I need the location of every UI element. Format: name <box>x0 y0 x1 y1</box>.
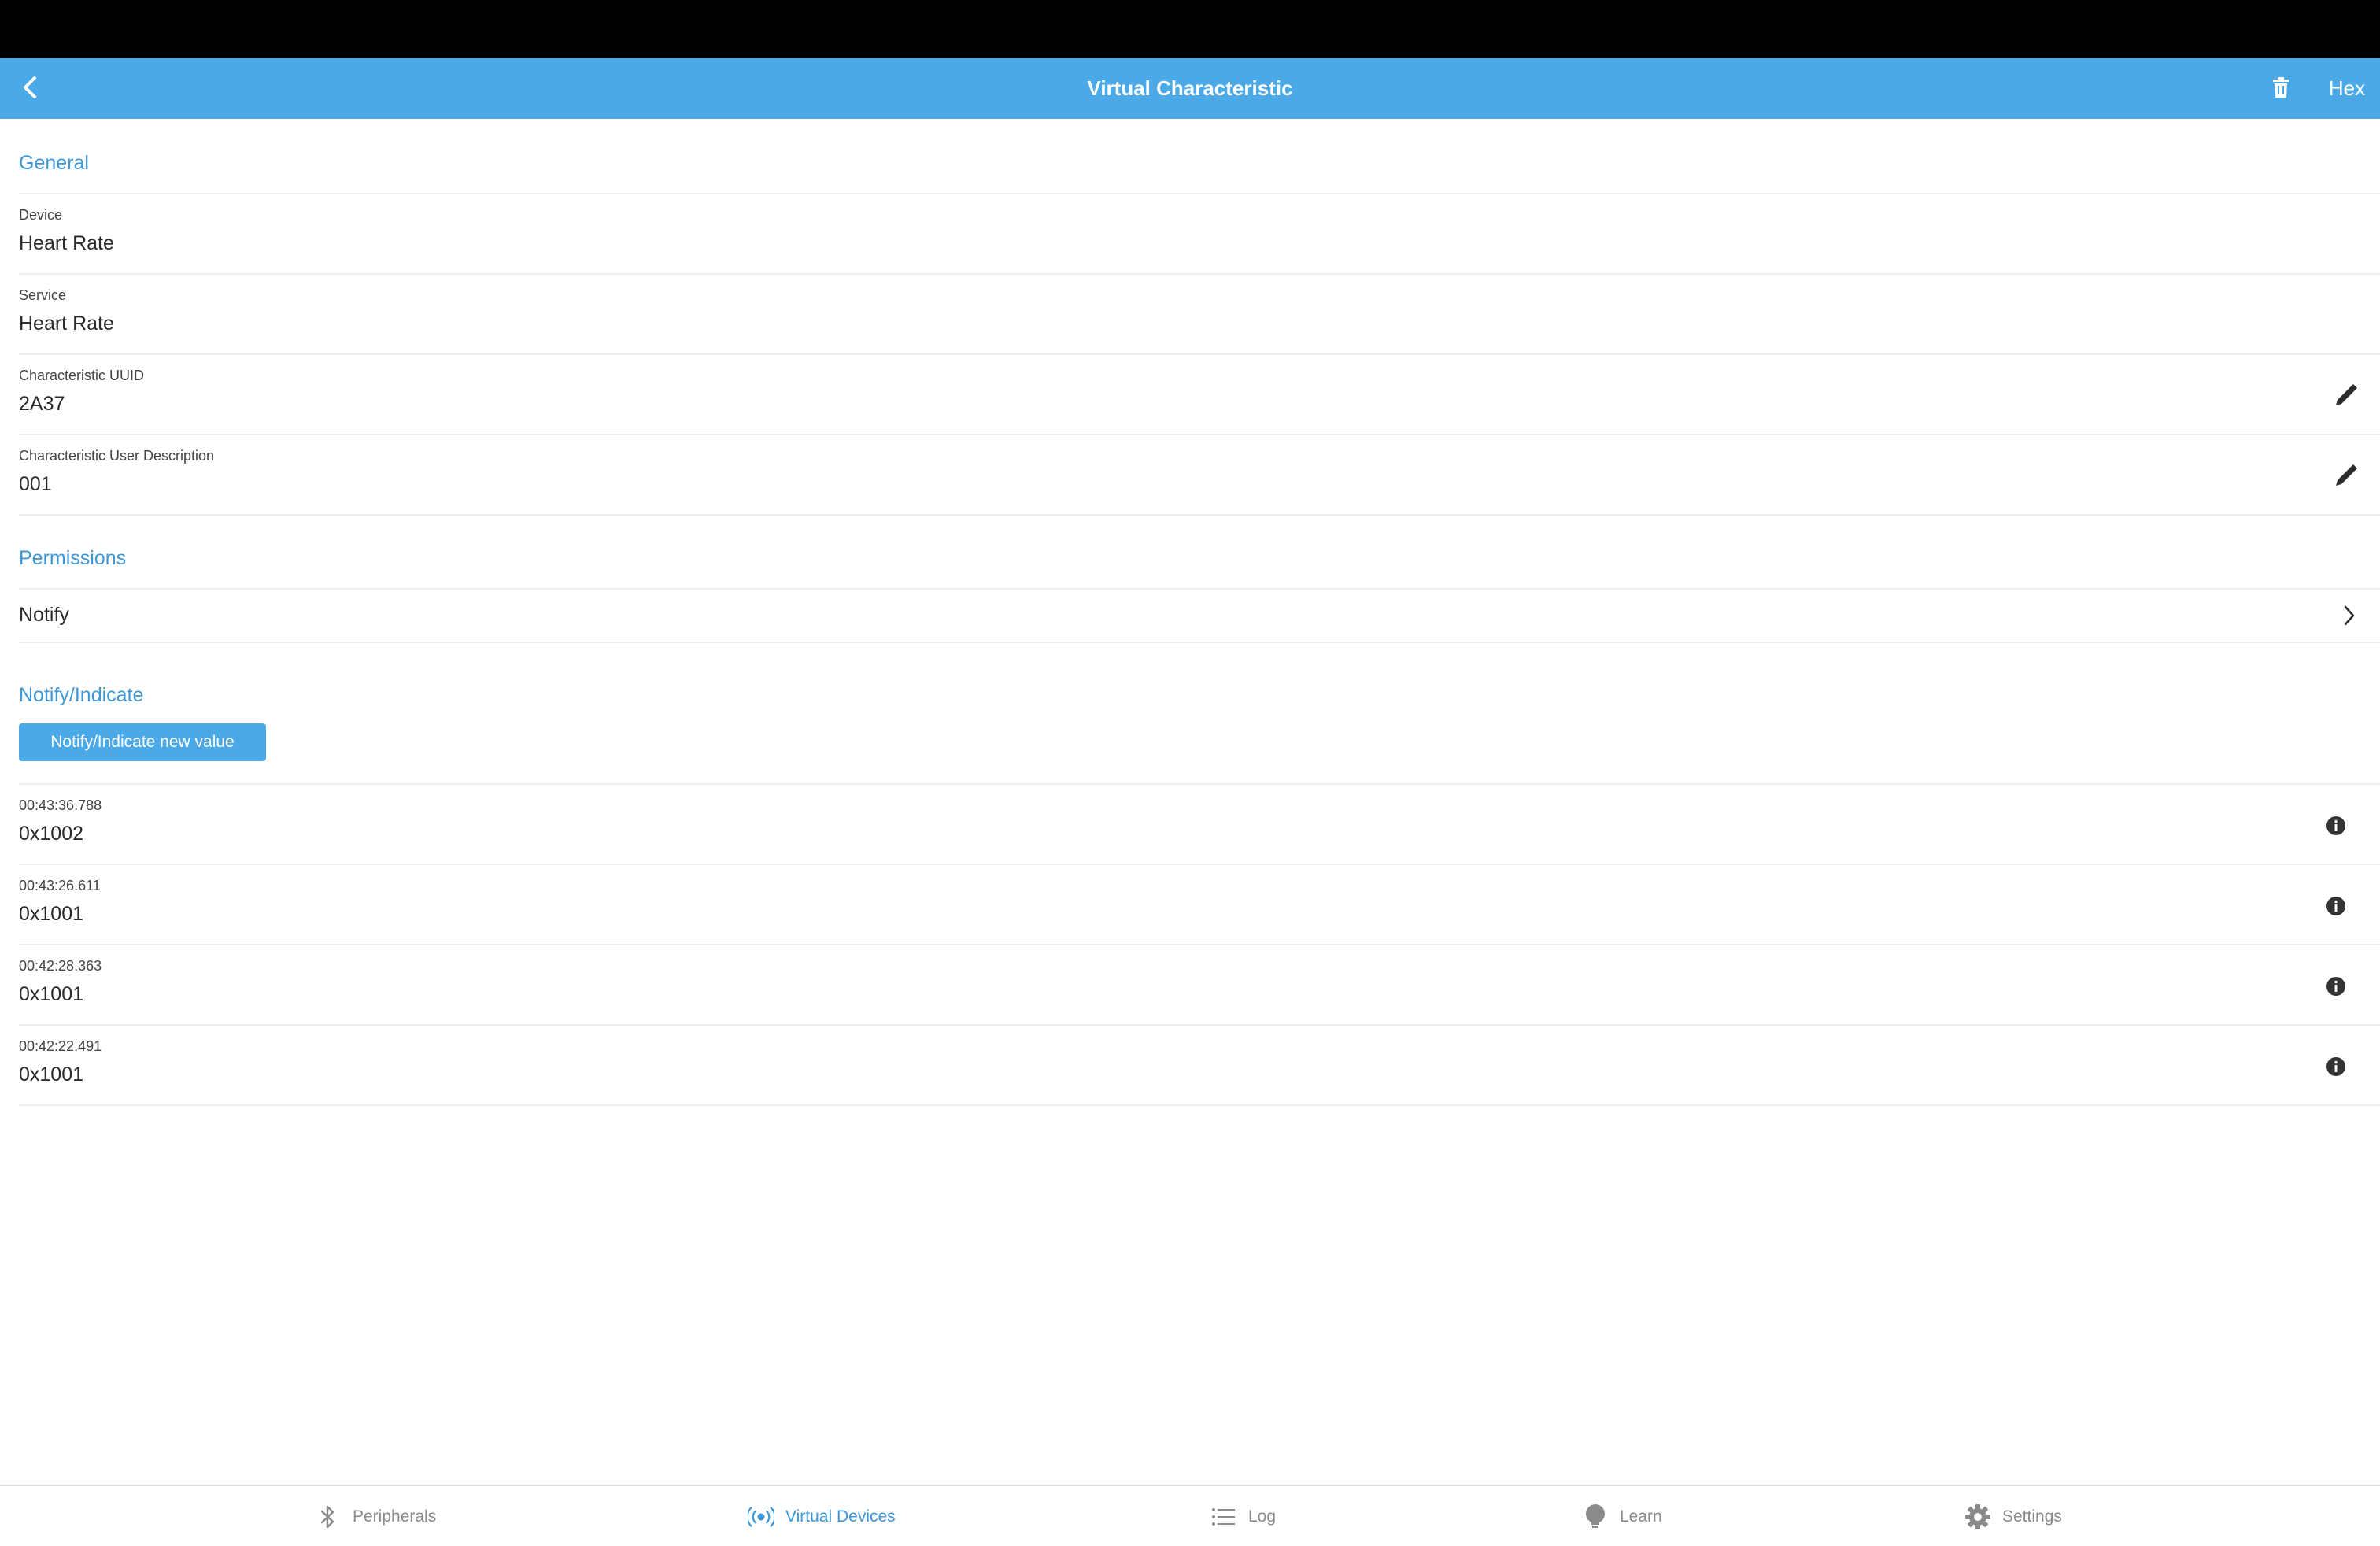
entry-value: 0x1001 <box>19 903 84 925</box>
entry-timestamp: 00:42:28.363 <box>19 958 102 974</box>
field-characteristic-user-description[interactable]: Characteristic User Description 001 <box>0 435 2380 514</box>
field-value: Heart Rate <box>19 313 114 335</box>
field-label: Device <box>19 207 63 223</box>
info-icon[interactable] <box>2323 974 2349 999</box>
section-header-permissions: Permissions <box>19 547 127 569</box>
entry-timestamp: 00:43:26.611 <box>19 878 101 893</box>
tab-virtual-devices[interactable]: Virtual Devices <box>748 1486 896 1546</box>
notify-entry: 00:43:26.611 0x1001 <box>0 865 2380 944</box>
list-icon <box>1210 1503 1237 1530</box>
navigation-bar: Virtual Characteristic Hex <box>0 58 2380 119</box>
field-label: Characteristic User Description <box>19 448 215 464</box>
notify-entry: 00:43:36.788 0x1002 <box>0 785 2380 864</box>
field-device: Device Heart Rate <box>0 194 2380 273</box>
field-label: Service <box>19 287 67 303</box>
app-screen: Virtual Characteristic Hex General Devic… <box>0 0 2380 1546</box>
tab-log[interactable]: Log <box>1210 1486 1276 1546</box>
pencil-icon[interactable] <box>2330 457 2364 492</box>
field-value: 2A37 <box>19 393 65 415</box>
tab-learn[interactable]: Learn <box>1582 1486 1662 1546</box>
entry-value: 0x1001 <box>19 1063 84 1086</box>
entry-value: 0x1001 <box>19 983 84 1005</box>
field-value: Heart Rate <box>19 232 114 254</box>
permission-label: Notify <box>19 604 69 626</box>
tab-bar: Peripherals Virtual Devices Log Learn Se… <box>0 1485 2380 1546</box>
pencil-icon[interactable] <box>2330 377 2364 412</box>
trash-icon <box>2272 76 2289 102</box>
divider <box>19 514 2380 516</box>
notify-new-value-button[interactable]: Notify/Indicate new value <box>19 723 266 761</box>
field-label: Characteristic UUID <box>19 368 145 383</box>
back-button[interactable] <box>11 71 49 107</box>
info-icon[interactable] <box>2323 813 2349 838</box>
page-title: Virtual Characteristic <box>1087 76 1293 100</box>
tab-settings[interactable]: Settings <box>1964 1486 2062 1546</box>
section-header-general: General <box>19 152 89 174</box>
notify-entry: 00:42:28.363 0x1001 <box>0 945 2380 1024</box>
delete-button[interactable] <box>2265 72 2297 105</box>
field-characteristic-uuid[interactable]: Characteristic UUID 2A37 <box>0 355 2380 434</box>
section-header-notify: Notify/Indicate <box>19 684 144 706</box>
divider <box>19 1104 2380 1106</box>
field-value: 001 <box>19 473 52 495</box>
status-bar <box>0 0 2380 58</box>
permission-notify-row[interactable]: Notify <box>0 590 2380 642</box>
info-icon[interactable] <box>2323 893 2349 919</box>
info-icon[interactable] <box>2323 1054 2349 1079</box>
tab-label: Log <box>1248 1507 1277 1526</box>
hex-format-button[interactable]: Hex <box>2314 58 2380 119</box>
entry-timestamp: 00:43:36.788 <box>19 797 102 813</box>
gear-icon <box>1964 1503 1991 1530</box>
notify-entry: 00:42:22.491 0x1001 <box>0 1026 2380 1104</box>
divider <box>19 642 2380 643</box>
tab-label: Settings <box>2002 1507 2062 1526</box>
chevron-right-icon <box>2338 604 2361 627</box>
field-service: Service Heart Rate <box>0 275 2380 353</box>
broadcast-icon <box>748 1503 774 1530</box>
tab-label: Learn <box>1620 1507 1662 1526</box>
chevron-left-icon <box>21 76 39 103</box>
tab-label: Virtual Devices <box>785 1507 896 1526</box>
bluetooth-icon <box>315 1503 342 1530</box>
tab-label: Peripherals <box>353 1507 437 1526</box>
entry-value: 0x1002 <box>19 823 84 845</box>
lightbulb-icon <box>1582 1503 1609 1530</box>
entry-timestamp: 00:42:22.491 <box>19 1038 102 1054</box>
tab-peripherals[interactable]: Peripherals <box>315 1486 436 1546</box>
